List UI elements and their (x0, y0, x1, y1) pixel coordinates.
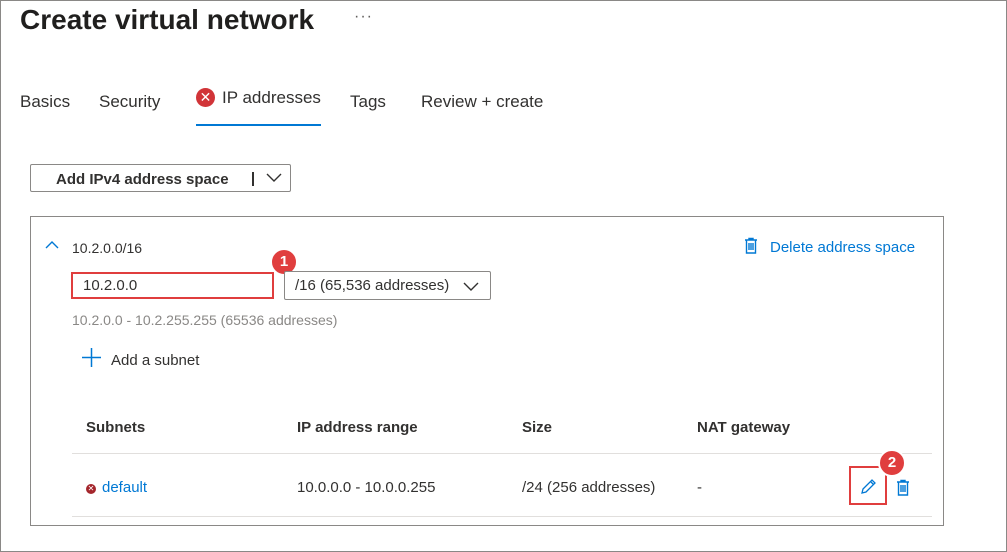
address-range-text: 10.2.0.0 - 10.2.255.255 (65536 addresses… (72, 312, 338, 328)
tab-label: Basics (20, 92, 71, 111)
add-subnet-button[interactable]: Add a subnet (81, 347, 199, 369)
chevron-down-icon[interactable] (265, 169, 283, 189)
delete-subnet-button[interactable] (896, 479, 910, 501)
address-space-cidr: 10.2.0.0/16 (72, 240, 143, 256)
tab-security[interactable]: Security (99, 92, 160, 124)
tab-label: IP addresses (222, 88, 321, 107)
trash-icon (897, 479, 909, 496)
delete-address-space-label: Delete address space (770, 239, 916, 256)
tab-basics[interactable]: Basics (20, 92, 70, 124)
table-cell-size: /24 (256 addresses) (522, 479, 656, 496)
more-icon[interactable]: ··· (354, 8, 373, 26)
tab-label: Tags (350, 92, 386, 111)
prefix-dropdown[interactable]: /16 (65,536 addresses) (284, 271, 491, 300)
chevron-up-icon[interactable] (45, 237, 59, 255)
error-icon: ✕ (86, 484, 96, 494)
address-space-panel: 10.2.0.0/16 Delete address space 10.2.0.… (30, 216, 944, 526)
trash-icon (745, 237, 757, 254)
prefix-value: /16 (65,536 addresses) (295, 277, 450, 294)
pencil-icon (861, 479, 876, 494)
add-ipv4-label: Add IPv4 address space (56, 171, 229, 188)
tab-review-create[interactable]: Review + create (421, 92, 543, 124)
page-title: Create virtual network (20, 4, 315, 35)
table-divider (72, 453, 932, 454)
table-cell-nat-gateway: - (697, 479, 702, 496)
delete-address-space-button[interactable]: Delete address space (744, 237, 915, 256)
table-divider (72, 516, 932, 517)
tab-ip-addresses[interactable]: ✕ IP addresses (196, 88, 321, 126)
split-divider (252, 172, 254, 186)
chevron-down-icon (462, 278, 480, 298)
error-icon: ✕ (196, 88, 215, 107)
column-header-nat-gateway: NAT gateway (697, 419, 791, 436)
tab-label: Review + create (421, 92, 544, 111)
add-subnet-label: Add a subnet (111, 352, 200, 369)
column-header-ip-range: IP address range (297, 419, 418, 436)
plus-icon (82, 348, 101, 367)
column-header-size: Size (522, 419, 553, 436)
subnet-link-default[interactable]: default (102, 479, 147, 496)
tab-tags[interactable]: Tags (350, 92, 386, 124)
callout-badge-2: 2 (878, 449, 906, 477)
add-ipv4-address-space-button[interactable]: Add IPv4 address space (30, 164, 291, 192)
tab-label: Security (99, 92, 161, 111)
address-input[interactable]: 10.2.0.0 (71, 272, 274, 299)
table-cell-ip-range: 10.0.0.0 - 10.0.0.255 (297, 479, 436, 496)
table-row-subnet-name: ✕ default (86, 479, 147, 496)
column-header-subnets: Subnets (86, 419, 146, 436)
